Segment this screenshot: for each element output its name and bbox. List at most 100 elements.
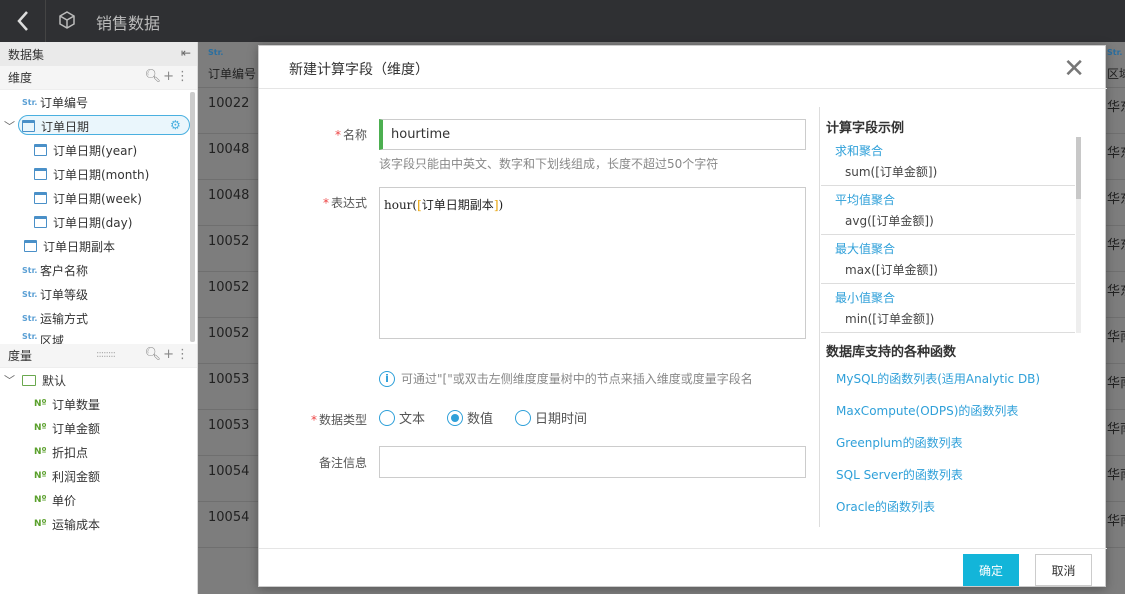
grid-cell[interactable]: 华东: [1105, 226, 1125, 272]
info-text: 可通过"["或双击左侧维度度量树中的节点来插入维度或度量字段名: [401, 372, 753, 386]
grid-cell[interactable]: 华南: [1105, 318, 1125, 364]
grid-cell[interactable]: 华东: [1105, 134, 1125, 180]
grid-column-header[interactable]: 订单编号: [208, 65, 256, 82]
drag-handle-icon[interactable]: ⋮: [176, 69, 191, 84]
grid-cell[interactable]: 华南: [1105, 456, 1125, 502]
grid-cell[interactable]: 10053: [198, 410, 258, 456]
name-hint: 该字段只能由中英文、数字和下划线组成，长度不超过50个字符: [379, 157, 719, 171]
radio-label: 日期时间: [535, 412, 588, 427]
radio-text[interactable]: [379, 409, 395, 426]
grid-cell[interactable]: 华南: [1105, 364, 1125, 410]
tree-item-region[interactable]: Str. 区域: [0, 330, 197, 344]
tree-item-order-date-year[interactable]: 订单日期(year): [0, 138, 197, 162]
chevron-down-icon[interactable]: ﹀: [4, 118, 22, 134]
grid-cell[interactable]: 10054: [198, 456, 258, 502]
dialog-title: 新建计算字段（维度）: [289, 62, 429, 78]
example-code: max([订单金额]): [845, 263, 938, 277]
add-icon[interactable]: +: [163, 347, 176, 362]
tree-item-order-date-copy[interactable]: 订单日期副本: [0, 234, 197, 258]
tree-item-order-qty[interactable]: Nº 订单数量: [0, 392, 197, 416]
grid-cell[interactable]: 华东: [1105, 88, 1125, 134]
tree-item-order-date[interactable]: ﹀ 订单日期 ⚙: [0, 114, 197, 138]
collapse-panel-icon[interactable]: ⇤: [181, 46, 191, 60]
tree-item-profit[interactable]: Nº 利润金额: [0, 464, 197, 488]
tree-item-label: 运输方式: [40, 311, 89, 326]
grid-column-header[interactable]: 区域: [1107, 65, 1125, 82]
function-link-maxcompute[interactable]: MaxCompute(ODPS)的函数列表: [836, 402, 1018, 419]
tree-item-label: 客户名称: [40, 263, 89, 278]
tree-item-label: 默认: [42, 373, 67, 388]
note-input[interactable]: [379, 446, 806, 478]
grid-cell[interactable]: 10022: [198, 88, 258, 134]
grid-cell[interactable]: 10048: [198, 134, 258, 180]
number-type-icon: Nº: [34, 447, 47, 457]
back-button[interactable]: [0, 0, 46, 42]
radio-numeric[interactable]: [447, 409, 464, 426]
data-type-label: * 数据类型: [277, 411, 367, 428]
name-input[interactable]: hourtime: [379, 119, 806, 150]
grid-cell[interactable]: 华东: [1105, 180, 1125, 226]
drag-handle-icon[interactable]: ⋮: [176, 347, 191, 362]
chevron-down-icon[interactable]: ﹀: [4, 372, 22, 388]
function-link-greenplum[interactable]: Greenplum的函数列表: [836, 434, 963, 451]
tree-item-default-folder[interactable]: ﹀ 默认: [0, 368, 197, 392]
search-icon[interactable]: 🔍︎: [145, 347, 164, 362]
name-label: * 名称: [277, 126, 367, 143]
app-title: 销售数据: [96, 14, 161, 33]
grid-cell[interactable]: 10052: [198, 272, 258, 318]
tree-item-order-date-month[interactable]: 订单日期(month): [0, 162, 197, 186]
measure-list: ﹀ 默认 Nº 订单数量 Nº 订单金额 Nº 折扣点 Nº 利润金额 Nº 单…: [0, 368, 197, 536]
tree-item-discount[interactable]: Nº 折扣点: [0, 440, 197, 464]
dimension-scrollbar[interactable]: [190, 92, 195, 342]
string-type-icon: Str.: [208, 48, 224, 57]
close-icon[interactable]: ✕: [1063, 56, 1085, 82]
expression-info: i 可通过"["或双击左侧维度度量树中的节点来插入维度或度量字段名: [379, 370, 753, 387]
example-name[interactable]: 最大值聚合: [835, 239, 1061, 259]
number-type-icon: Nº: [34, 471, 47, 481]
top-bar: 销售数据: [0, 0, 1125, 42]
tree-item-order-amount[interactable]: Nº 订单金额: [0, 416, 197, 440]
grid-cell[interactable]: 华东: [1105, 272, 1125, 318]
confirm-button[interactable]: 确定: [963, 554, 1019, 586]
tree-item-order-level[interactable]: Str. 订单等级: [0, 282, 197, 306]
tree-item-customer-name[interactable]: Str. 客户名称: [0, 258, 197, 282]
grid-column-region: Str. 区域 华东华东华东华东华东华南华南华南华南华南: [1105, 42, 1125, 548]
tree-item-order-id[interactable]: Str. 订单编号: [0, 90, 197, 114]
grid-cell[interactable]: 10048: [198, 180, 258, 226]
measure-header: 度量 :::::::: 🔍︎+⋮: [0, 344, 197, 368]
add-icon[interactable]: +: [163, 69, 176, 84]
grid-cell[interactable]: 10053: [198, 364, 258, 410]
tree-item-shipping-cost[interactable]: Nº 运输成本: [0, 512, 197, 536]
grid-cell[interactable]: 华南: [1105, 502, 1125, 548]
tree-item-order-date-day[interactable]: 订单日期(day): [0, 210, 197, 234]
radio-datetime[interactable]: [515, 409, 532, 426]
grid-cell[interactable]: 10052: [198, 318, 258, 364]
search-icon[interactable]: 🔍︎: [145, 69, 164, 84]
example-name[interactable]: 最小值聚合: [835, 288, 1061, 308]
tree-item-order-date-week[interactable]: 订单日期(week): [0, 186, 197, 210]
example-name[interactable]: 平均值聚合: [835, 190, 1061, 210]
grid-cell[interactable]: 华南: [1105, 410, 1125, 456]
grid-cell[interactable]: 10052: [198, 226, 258, 272]
function-link-oracle[interactable]: Oracle的函数列表: [836, 498, 935, 515]
tree-item-label: 订单日期(day): [53, 215, 133, 230]
scrollbar-thumb[interactable]: [1076, 137, 1081, 199]
expression-editor[interactable]: hour([订单日期副本]): [379, 187, 806, 339]
example-name[interactable]: 求和聚合: [835, 141, 1061, 161]
function-link-sqlserver[interactable]: SQL Server的函数列表: [836, 466, 963, 483]
tree-item-label: 折扣点: [52, 445, 89, 460]
string-type-icon: Str.: [22, 97, 38, 107]
function-link-mysql[interactable]: MySQL的函数列表(适用Analytic DB): [836, 370, 1040, 387]
gear-icon[interactable]: ⚙: [170, 118, 181, 132]
resize-grip-icon[interactable]: ::::::::: [96, 349, 116, 360]
tree-item-shipping-method[interactable]: Str. 运输方式: [0, 306, 197, 330]
examples-scrollbar[interactable]: [1076, 137, 1081, 333]
cancel-button[interactable]: 取消: [1035, 554, 1092, 586]
number-type-icon: Nº: [34, 519, 47, 529]
tree-item-label: 运输成本: [52, 517, 101, 532]
tree-item-unit-price[interactable]: Nº 单价: [0, 488, 197, 512]
dataset-header: 数据集 ⇤: [0, 42, 197, 66]
grid-cell[interactable]: 10054: [198, 502, 258, 548]
example-code: avg([订单金额]): [845, 214, 934, 228]
field-panel: 数据集 ⇤ 维度 🔍︎+⋮ Str. 订单编号 ﹀ 订单日期 ⚙ 订单日期(ye…: [0, 42, 198, 594]
